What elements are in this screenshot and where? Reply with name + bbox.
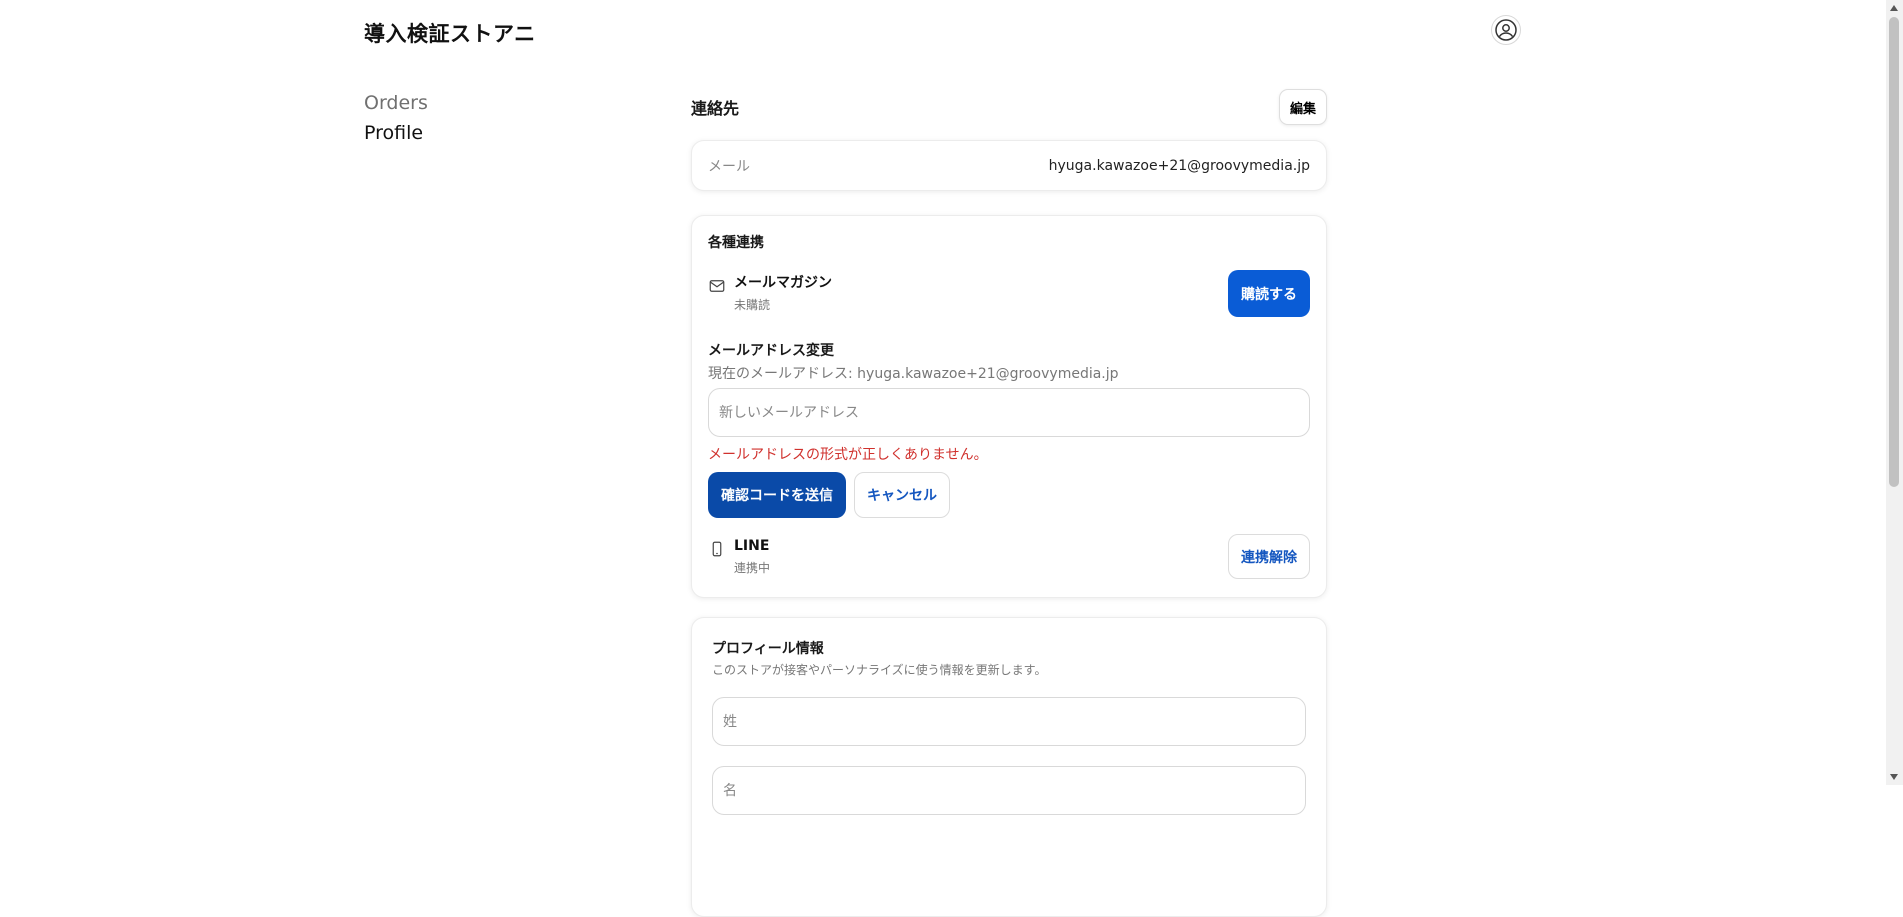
first-name-input[interactable] (712, 766, 1306, 815)
edit-button[interactable]: 編集 (1278, 89, 1327, 125)
profile-card: プロフィール情報 このストアが接客やパーソナライズに使う情報を更新します。 (691, 617, 1327, 917)
smartphone-icon (712, 541, 722, 556)
email-error-message: メールアドレスの形式が正しくありません。 (708, 447, 988, 463)
newsletter-status: 未購読 (734, 297, 771, 312)
line-title: LINE (734, 537, 770, 554)
mail-icon (709, 279, 725, 292)
cancel-button[interactable]: キャンセル (854, 472, 950, 518)
unlink-button[interactable]: 連携解除 (1228, 534, 1310, 579)
scroll-down-arrow[interactable] (1890, 774, 1898, 780)
contact-header: 連絡先 編集 (691, 88, 1327, 126)
send-code-button[interactable]: 確認コードを送信 (708, 472, 846, 518)
side-nav: Orders Profile (364, 88, 428, 148)
contact-title: 連絡先 (691, 99, 740, 118)
newsletter-row: メールマガジン 未購読 購読する (708, 270, 1310, 317)
subscribe-button[interactable]: 購読する (1228, 270, 1310, 317)
main-content: 連絡先 編集 メール hyuga.kawazoe+21@groovymedia.… (691, 88, 1327, 917)
scroll-thumb[interactable] (1889, 17, 1899, 487)
integrations-title: 各種連携 (708, 235, 764, 251)
page-scrollbar[interactable] (1886, 0, 1903, 785)
new-email-input[interactable] (708, 388, 1310, 437)
store-title: 導入検証ストアニ (364, 22, 536, 46)
email-card: メール hyuga.kawazoe+21@groovymedia.jp (691, 140, 1327, 191)
nav-item-profile[interactable]: Profile (364, 118, 428, 148)
integrations-card: 各種連携 メールマガジン 未購読 購読する メールアドレス変更 現在のメールアド… (691, 215, 1327, 598)
account-button[interactable] (1491, 15, 1521, 45)
account-circle-icon (1495, 19, 1517, 41)
line-status: 連携中 (734, 560, 771, 575)
newsletter-title: メールマガジン (734, 274, 832, 291)
email-value: hyuga.kawazoe+21@groovymedia.jp (1048, 157, 1310, 174)
email-change-title: メールアドレス変更 (708, 343, 834, 359)
profile-description: このストアが接客やパーソナライズに使う情報を更新します。 (712, 663, 1047, 677)
email-label: メール (708, 158, 750, 175)
profile-title: プロフィール情報 (712, 641, 824, 657)
nav-item-orders[interactable]: Orders (364, 88, 428, 118)
current-email-text: 現在のメールアドレス: hyuga.kawazoe+21@groovymedia… (708, 366, 1119, 382)
last-name-input[interactable] (712, 697, 1306, 746)
line-row: LINE 連携中 連携解除 (708, 534, 1310, 579)
scroll-up-arrow[interactable] (1890, 5, 1898, 11)
